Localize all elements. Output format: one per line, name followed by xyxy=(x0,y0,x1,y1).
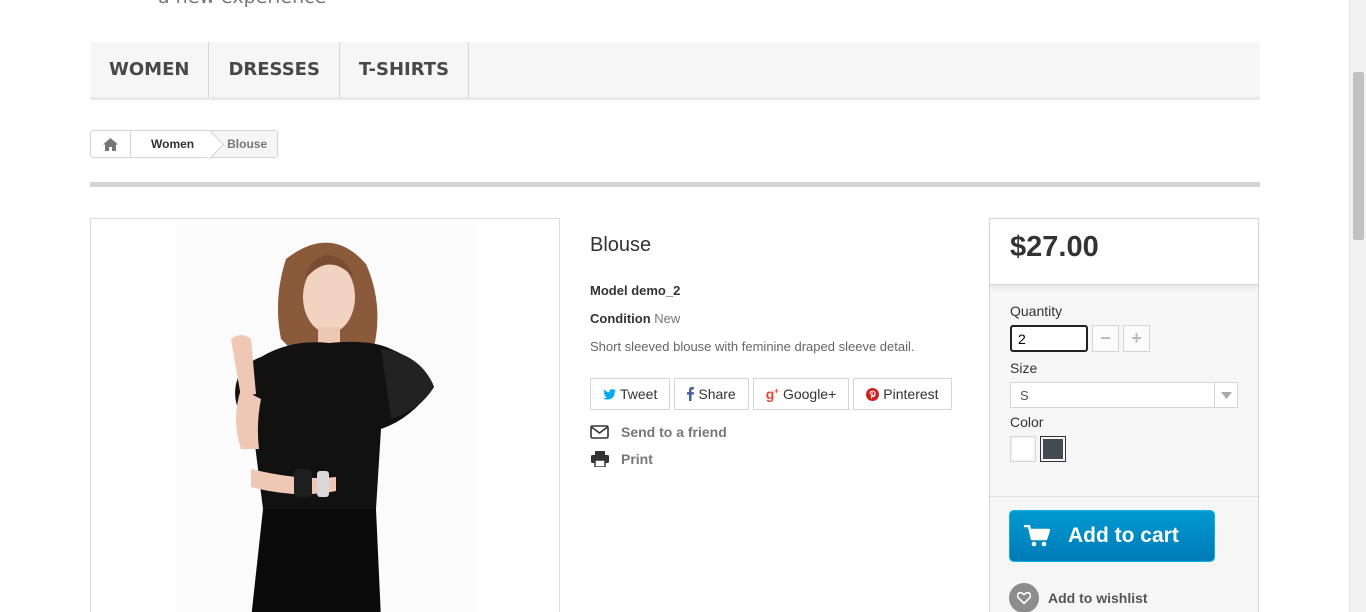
pinterest-icon xyxy=(866,387,880,401)
section-divider xyxy=(90,182,1260,187)
color-swatches xyxy=(1010,436,1238,462)
model-value: demo_2 xyxy=(631,283,681,298)
buy-box: $27.00 Quantity − + Size S Color xyxy=(989,218,1259,612)
color-swatch-black[interactable] xyxy=(1040,436,1066,462)
add-to-wishlist-label: Add to wishlist xyxy=(1048,590,1148,606)
minus-icon: − xyxy=(1100,328,1111,348)
scrollbar-thumb[interactable] xyxy=(1353,72,1364,240)
breadcrumb-women[interactable]: Women xyxy=(131,131,211,157)
printer-icon xyxy=(590,451,609,467)
breadcrumb: Women Blouse xyxy=(90,130,279,158)
menu-item-dresses[interactable]: DRESSES xyxy=(209,42,340,97)
menu-item-women[interactable]: WOMEN xyxy=(90,42,210,97)
tweet-label: Tweet xyxy=(620,386,658,402)
color-swatch-white[interactable] xyxy=(1010,436,1036,462)
size-select[interactable]: S xyxy=(1010,382,1238,408)
send-to-friend-label: Send to a friend xyxy=(621,424,727,440)
short-description: Short sleeved blouse with feminine drape… xyxy=(590,339,915,354)
tweet-button[interactable]: Tweet xyxy=(590,378,671,410)
social-buttons: Tweet Share g+ Google+ Pinterest xyxy=(590,378,960,410)
share-button[interactable]: Share xyxy=(674,378,749,410)
condition-label: Condition xyxy=(590,311,651,326)
send-to-friend-link[interactable]: Send to a friend xyxy=(590,424,960,440)
quantity-label: Quantity xyxy=(1010,303,1063,319)
price-area: $27.00 xyxy=(990,219,1258,285)
color-label: Color xyxy=(1010,414,1044,430)
googleplus-button[interactable]: g+ Google+ xyxy=(752,378,850,410)
pinterest-button[interactable]: Pinterest xyxy=(853,378,952,410)
chevron-down-icon xyxy=(1214,383,1237,407)
condition-row: Condition New xyxy=(590,311,960,326)
print-label: Print xyxy=(621,451,653,467)
add-to-cart-button[interactable]: Add to cart xyxy=(1009,510,1215,562)
plus-icon: + xyxy=(1131,328,1142,348)
condition-value: New xyxy=(654,311,681,326)
googleplus-label: Google+ xyxy=(782,386,837,402)
quantity-decrease-button[interactable]: − xyxy=(1092,325,1119,352)
product-photo xyxy=(176,224,476,612)
product-page: a new experience WOMEN DRESSES T-SHIRTS … xyxy=(0,0,1366,612)
breadcrumb-home[interactable] xyxy=(91,131,131,157)
share-label: Share xyxy=(698,386,736,402)
envelope-icon xyxy=(590,425,609,439)
menu-item-tshirts[interactable]: T-SHIRTS xyxy=(340,42,470,97)
print-link[interactable]: Print xyxy=(590,451,960,467)
quantity-row: − + xyxy=(1010,325,1238,352)
twitter-icon xyxy=(603,388,616,400)
product-image[interactable] xyxy=(90,218,560,612)
top-menu: WOMEN DRESSES T-SHIRTS xyxy=(90,42,1260,100)
add-to-cart-label: Add to cart xyxy=(1068,524,1179,547)
size-selected-value: S xyxy=(1020,387,1029,403)
google-plus-icon: g+ xyxy=(765,386,779,402)
pinterest-label: Pinterest xyxy=(883,386,939,402)
page-scrollbar[interactable] xyxy=(1349,0,1366,612)
cart-icon xyxy=(1024,525,1050,547)
product-info: Blouse Model demo_2 Condition New Short … xyxy=(590,234,960,478)
add-to-wishlist-link[interactable]: Add to wishlist xyxy=(1009,583,1148,612)
quantity-increase-button[interactable]: + xyxy=(1123,325,1150,352)
product-price: $27.00 xyxy=(1010,231,1099,263)
product-title: Blouse xyxy=(590,234,652,256)
size-label: Size xyxy=(1010,360,1038,376)
quantity-input[interactable] xyxy=(1010,325,1088,352)
heart-icon xyxy=(1009,583,1039,612)
product-options: Quantity − + Size S Color xyxy=(990,285,1258,497)
home-icon xyxy=(103,137,118,151)
model-label: Model xyxy=(590,283,628,298)
model-row: Model demo_2 xyxy=(590,283,960,298)
shop-tagline: a new experience xyxy=(158,0,326,8)
facebook-icon xyxy=(687,387,695,401)
